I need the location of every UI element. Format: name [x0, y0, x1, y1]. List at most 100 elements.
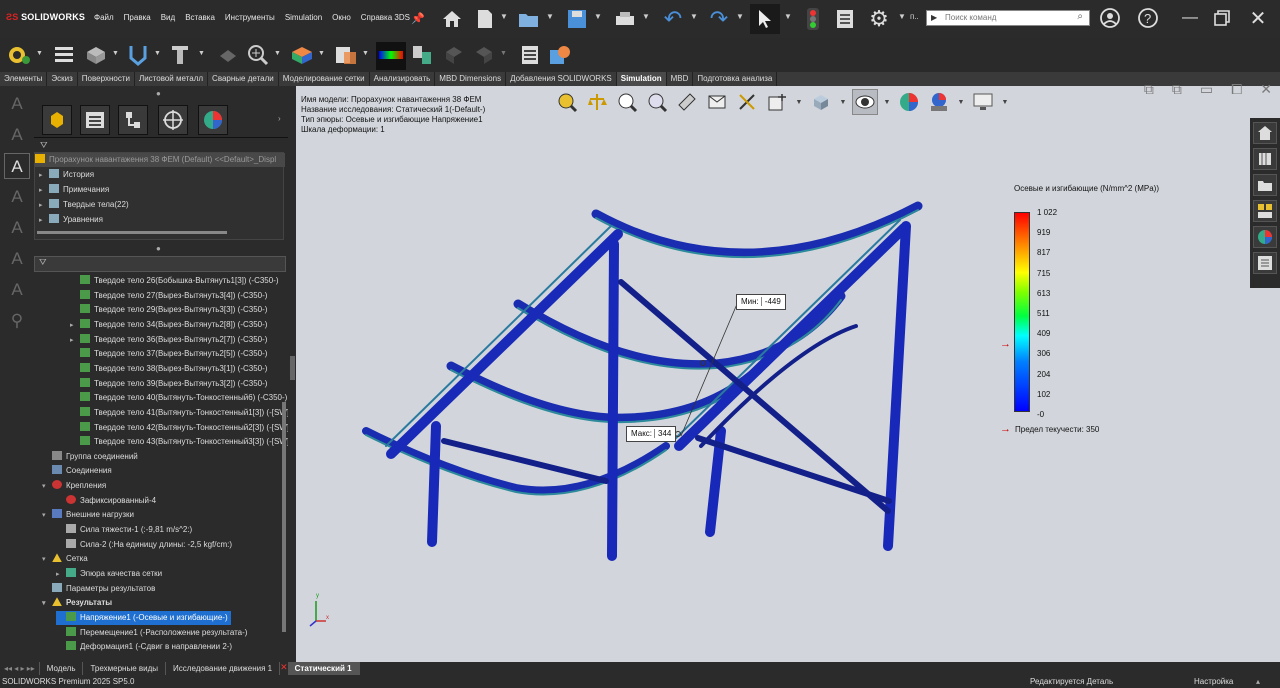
tab-10[interactable]: MBD: [667, 72, 694, 86]
search-commands-input[interactable]: ▶ Поиск команд ⌕: [926, 10, 1090, 26]
tree-expand-arrow-icon[interactable]: ▸: [56, 568, 66, 582]
external-loads-icon[interactable]: [166, 42, 194, 68]
report-icon[interactable]: [470, 42, 498, 68]
study-tree-item[interactable]: Твердое тело 27(Вырез-Вытянуть3[4]) (-C3…: [70, 289, 267, 303]
search-icon[interactable]: ⌕: [1077, 11, 1083, 22]
tab-7[interactable]: MBD Dimensions: [435, 72, 507, 86]
new-dropdown-icon[interactable]: ▼: [500, 12, 508, 21]
study-tree-item[interactable]: Перемещение1 (-Расположение результата-): [56, 626, 247, 640]
annotation-a4-icon[interactable]: A: [4, 184, 30, 210]
tree-expand-arrow-icon[interactable]: ▾: [42, 480, 52, 494]
loads-dropdown-icon[interactable]: ▼: [198, 50, 205, 57]
fixtures-dropdown-icon[interactable]: ▼: [154, 50, 161, 57]
viewport-minimize-icon[interactable]: ▭: [1200, 81, 1213, 98]
results-dropdown-icon[interactable]: ▼: [362, 50, 369, 57]
viewport-maximize-icon[interactable]: ⧠: [1231, 81, 1242, 98]
tab-scroll-arrows-icon[interactable]: ◂◂ ◂ ▸ ▸▸: [0, 662, 40, 675]
file-properties-icon[interactable]: [832, 6, 858, 32]
study-tree-item[interactable]: ▾ Результаты: [42, 596, 112, 610]
viewport-tile-right-icon[interactable]: ⧉: [1172, 81, 1182, 98]
rebuild-traffic-light-icon[interactable]: [802, 6, 824, 32]
compare-results-icon[interactable]: [408, 42, 436, 68]
splitter-grip[interactable]: [290, 356, 295, 380]
select-dropdown-icon[interactable]: ▼: [784, 12, 792, 21]
tree-expand-arrow-icon[interactable]: ▸: [70, 319, 80, 333]
study-tree-item[interactable]: ▾ Крепления: [42, 479, 106, 493]
tree-item-notes[interactable]: ▸ Примечания: [39, 183, 109, 197]
study-tree-item[interactable]: ▸ Твердое тело 34(Вырез-Вытянуть2[8]) (-C…: [70, 318, 267, 332]
annotation-a-icon[interactable]: A: [4, 91, 30, 117]
configuration-manager-tab-icon[interactable]: [118, 105, 148, 135]
design-study-icon[interactable]: [440, 42, 468, 68]
redo-icon[interactable]: ↷: [706, 6, 732, 32]
study-tree-item[interactable]: Зафиксированный-4: [56, 494, 156, 508]
document-tab-2[interactable]: Исследование движения 1: [166, 662, 281, 675]
status-customize[interactable]: Настройка: [1194, 675, 1233, 688]
study-tree-item[interactable]: Твердое тело 43(Вытянуть-Тонкостенный3[3…: [70, 435, 289, 449]
menu-insert[interactable]: Вставка: [185, 13, 215, 22]
study-tree-item[interactable]: Сила тяжести-1 (:-9,81 m/s^2:): [56, 523, 192, 537]
deformed-result-icon[interactable]: [376, 42, 406, 70]
menu-edit[interactable]: Правка: [124, 13, 151, 22]
tab-0[interactable]: Элементы: [0, 72, 48, 86]
tab-4[interactable]: Сварные детали: [208, 72, 279, 86]
document-tab-0[interactable]: Модель: [40, 662, 84, 675]
tree-item-solid-bodies[interactable]: ▸ Твердые тела(22): [39, 198, 129, 212]
study-tree-item[interactable]: ▸ Эпюра качества сетки: [56, 567, 162, 581]
property-manager-tab-icon[interactable]: [80, 105, 110, 135]
connections-dropdown-icon[interactable]: ▼: [112, 50, 119, 57]
pin-icon[interactable]: 📌: [411, 12, 425, 25]
study-advisor-icon[interactable]: [6, 42, 34, 68]
menu-tools[interactable]: Инструменты: [225, 13, 275, 22]
document-tab-3[interactable]: Статический 1: [287, 662, 360, 675]
annotation-a5-icon[interactable]: A: [4, 215, 30, 241]
view-palette-icon[interactable]: [1253, 200, 1277, 222]
study-tree-item[interactable]: ▾ Сетка: [42, 552, 88, 566]
tab-2[interactable]: Поверхности: [78, 72, 135, 86]
tab-8[interactable]: Добавления SOLIDWORKS: [506, 72, 617, 86]
new-document-icon[interactable]: [474, 6, 496, 32]
file-explorer-icon[interactable]: [1253, 174, 1277, 196]
shell-manager-icon[interactable]: [214, 42, 242, 68]
document-tab-1[interactable]: Трехмерные виды: [83, 662, 167, 675]
solidworks-logo[interactable]: ƧS SOLIDWORKS: [6, 12, 85, 22]
undo-icon[interactable]: ↶: [660, 6, 686, 32]
panel-splitter[interactable]: [288, 86, 296, 662]
open-folder-icon[interactable]: [516, 6, 542, 32]
options-gear-icon[interactable]: ⚙: [866, 6, 892, 32]
max-probe-label[interactable]: Макс: 344: [626, 426, 677, 442]
study-tree-item[interactable]: Твердое тело 26(Бобышка-Вытянуть1[3]) (-…: [70, 274, 279, 288]
menu-file[interactable]: Файл: [94, 13, 114, 22]
mesh-icon[interactable]: [244, 42, 272, 68]
results-advisor-icon[interactable]: [332, 42, 360, 68]
open-dropdown-icon[interactable]: ▼: [546, 12, 554, 21]
view-settings-dropdown-icon[interactable]: ▼: [1000, 89, 1010, 115]
tab-3[interactable]: Листовой металл: [135, 72, 209, 86]
redo-dropdown-icon[interactable]: ▼: [736, 12, 744, 21]
study-tree-item[interactable]: Твердое тело 41(Вытянуть-Тонкостенный1[3…: [70, 406, 289, 420]
study-tree-item[interactable]: Группа соединений: [42, 450, 138, 464]
tree-expand-arrow-icon[interactable]: ▾: [42, 553, 52, 567]
graphics-area[interactable]: Имя модели: Прорахунок навантаження 38 Ф…: [296, 81, 1280, 662]
menu-help[interactable]: Справка 3DS: [361, 13, 410, 22]
tab-11[interactable]: Подготовка анализа: [693, 72, 778, 86]
study-dropdown-icon[interactable]: ▼: [36, 50, 43, 57]
tree-hscrollbar[interactable]: [37, 231, 227, 234]
close-window-icon[interactable]: ✕: [1246, 6, 1270, 30]
tabs-scroll-right-icon[interactable]: ›: [278, 114, 281, 123]
study-tree-item[interactable]: Сила-2 (:На единицу длины: -2,5 kgf/cm:): [56, 538, 232, 552]
annotation-a6-icon[interactable]: A: [4, 246, 30, 272]
panel-grip-icon-2[interactable]: ●: [156, 244, 164, 253]
dimxpert-tab-icon[interactable]: [158, 105, 188, 135]
status-expand-icon[interactable]: ▴: [1256, 675, 1260, 688]
overflow-label[interactable]: п..: [910, 12, 919, 21]
tab-6[interactable]: Анализировать: [370, 72, 436, 86]
solidworks-resources-home-icon[interactable]: [1253, 122, 1277, 144]
root-part-node[interactable]: Прорахунок навантаження 38 ФЕМ (Default)…: [35, 153, 285, 167]
mesh-dropdown-icon[interactable]: ▼: [274, 50, 281, 57]
tree-item-history[interactable]: ▸ История: [39, 168, 94, 182]
user-account-icon[interactable]: [1098, 6, 1122, 30]
select-cursor-icon[interactable]: [750, 4, 780, 34]
study-tree-item[interactable]: Соединения: [42, 464, 112, 478]
min-probe-label[interactable]: Мин:344-449: [736, 294, 786, 310]
